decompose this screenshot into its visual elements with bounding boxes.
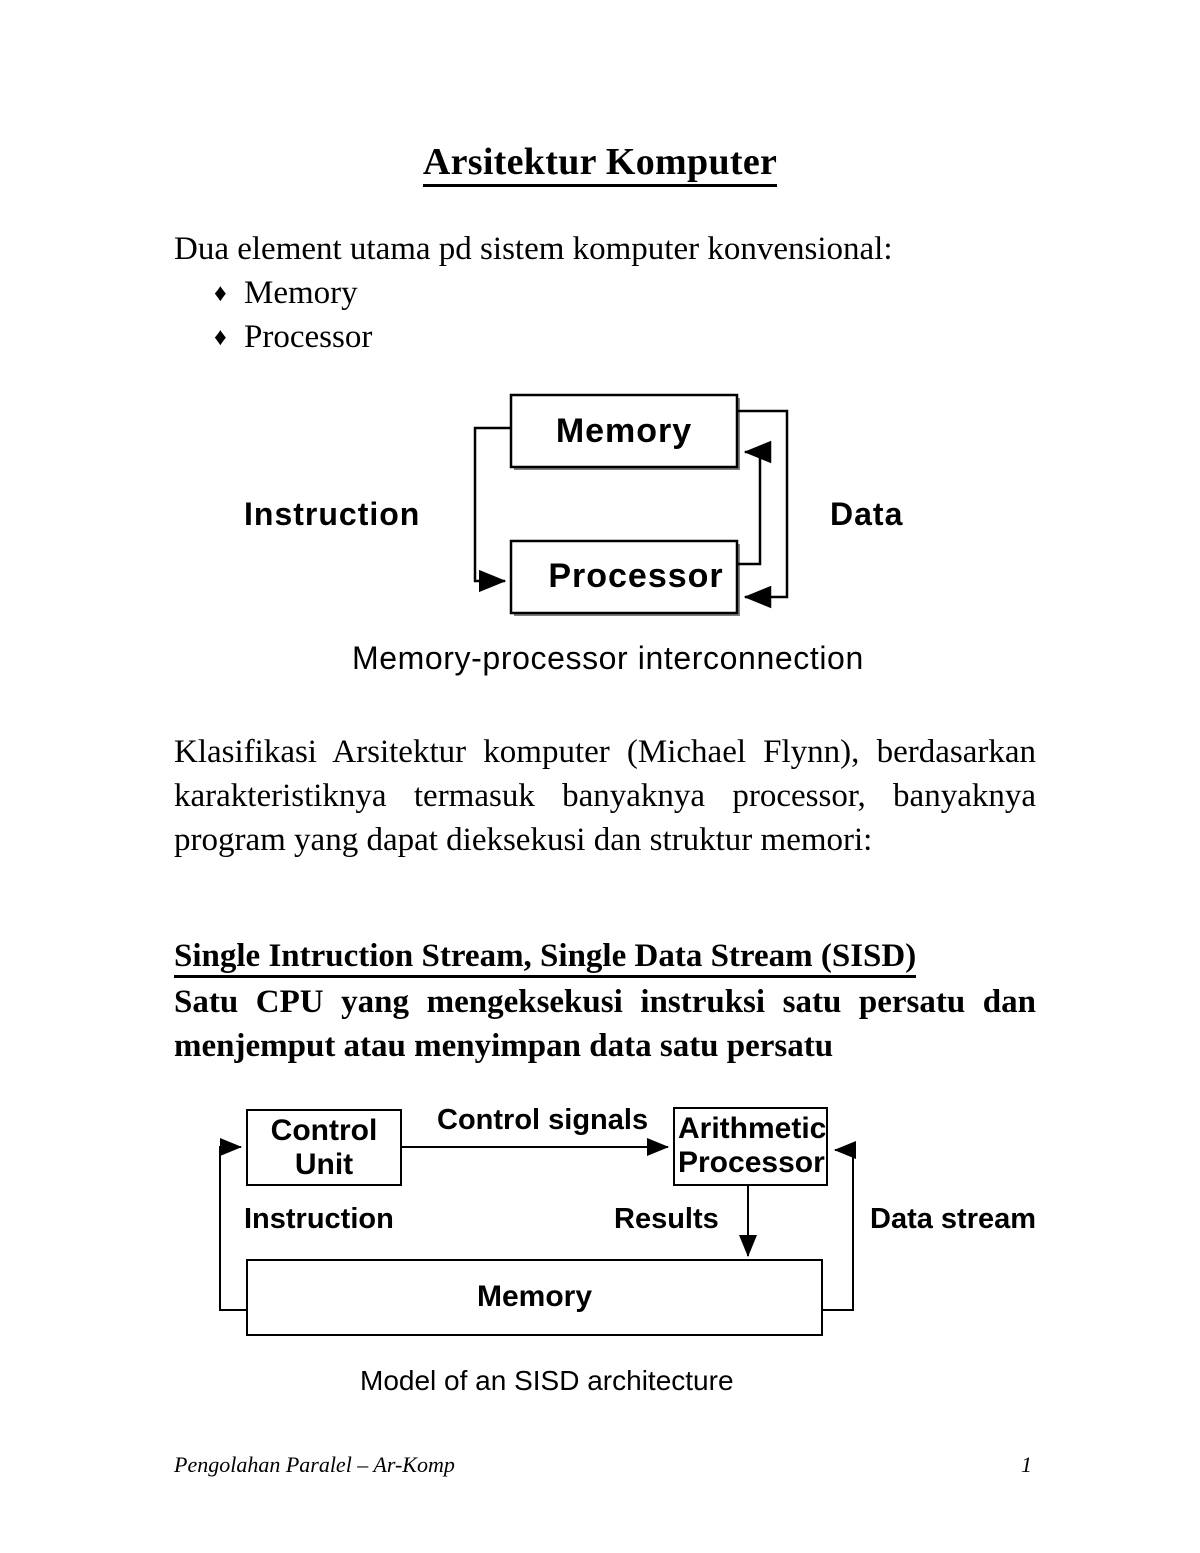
arithmetic-processor-label-line1: Arithmetic	[678, 1112, 827, 1145]
memory-processor-diagram-caption: Memory-processor interconnection	[352, 640, 864, 676]
footer-page-number: 1	[1021, 1452, 1032, 1477]
results-edge-label: Results	[614, 1203, 719, 1235]
arithmetic-processor-box-label: Arithmetic Processor	[678, 1112, 853, 1179]
data-stream-edge-label: Data stream	[870, 1203, 1037, 1235]
instruction-arrow	[219, 1138, 247, 1311]
instruction-edge-label: Instruction	[244, 496, 421, 532]
data-edge-label: Data	[830, 496, 904, 532]
sisd-diagram-caption: Model of an SISD architecture	[360, 1365, 734, 1396]
processor-box-label: Processor	[548, 557, 724, 595]
memory-box-label: Memory	[555, 412, 693, 450]
control-unit-label-line1: Control	[270, 1114, 378, 1147]
document-page: Arsitektur Komputer Dua element utama pd…	[0, 0, 1200, 1553]
sisd-heading-text: Single Intruction Stream, Single Data St…	[174, 938, 917, 978]
footer-left-text: Pengolahan Paralel – Ar-Komp	[174, 1452, 455, 1477]
memory-box-label: Memory	[476, 1280, 593, 1313]
control-unit-box-label: Control Unit	[247, 1114, 401, 1181]
sisd-description: Satu CPU yang mengeksekusi instruksi sat…	[174, 984, 1036, 1065]
sisd-heading: Single Intruction Stream, Single Data St…	[174, 938, 917, 978]
instruction-arrow	[473, 426, 511, 593]
page-footer: Pengolahan Paralel – Ar-Komp 1	[174, 1452, 1032, 1478]
arithmetic-processor-label-line2: Processor	[678, 1145, 825, 1179]
control-unit-label-line2: Unit	[294, 1147, 354, 1181]
control-signals-edge-label: Control signals	[437, 1104, 649, 1136]
sisd-architecture-diagram: Control Unit Arithmetic Processor Memory…	[0, 1060, 1200, 1360]
flynn-classification-paragraph: Klasifikasi Arsitektur komputer (Michael…	[174, 734, 1036, 859]
memory-processor-interconnection-diagram: Memory Processor Instruction Data	[0, 0, 1200, 700]
instruction-edge-label: Instruction	[244, 1203, 394, 1235]
data-arrow-to-memory	[737, 440, 772, 566]
